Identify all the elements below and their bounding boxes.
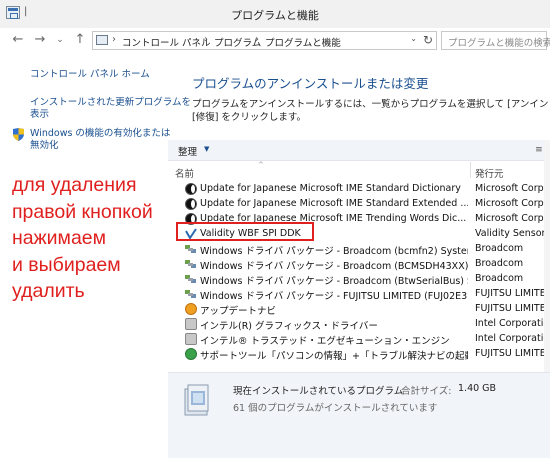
- program-name: Update for Japanese Microsoft IME Standa…: [200, 198, 468, 209]
- sidebar-link-control-panel-home[interactable]: コントロール パネル ホーム: [30, 69, 150, 81]
- program-publisher: Microsoft Corporation: [475, 198, 550, 209]
- address-dropdown-icon[interactable]: ⌄: [410, 34, 417, 43]
- address-bar[interactable]: › コントロール パネル › プログラム › プログラムと機能 ⌄ ↻: [92, 31, 437, 50]
- program-row[interactable]: Windows ドライバ パッケージ - FUJITSU LIMITED (FU…: [168, 287, 550, 302]
- program-name: Update for Japanese Microsoft IME Standa…: [200, 183, 461, 194]
- program-name: アップデートナビ: [200, 306, 277, 317]
- annotation-line: удалить: [12, 280, 85, 302]
- up-arrow-icon[interactable]: ↑: [72, 32, 88, 47]
- driver-package-icon: [185, 243, 197, 255]
- uac-shield-icon: [13, 128, 24, 141]
- program-publisher: FUJITSU LIMITED: [475, 348, 550, 359]
- program-row[interactable]: Windows ドライバ パッケージ - Broadcom (BCMSDH43X…: [168, 257, 550, 272]
- program-name: Windows ドライバ パッケージ - FUJITSU LIMITED (FU…: [200, 291, 468, 302]
- breadcrumb-separator: ›: [112, 34, 116, 45]
- column-header-name[interactable]: 名前: [175, 166, 194, 180]
- update-navi-icon: [185, 303, 197, 315]
- column-divider[interactable]: [470, 162, 471, 178]
- description-line: [修復] をクリックします。: [192, 112, 306, 123]
- program-publisher: Broadcom: [475, 258, 524, 269]
- forward-arrow-icon[interactable]: →: [32, 32, 48, 47]
- program-publisher: FUJITSU LIMITED: [475, 288, 550, 299]
- program-publisher: Microsoft Corporation: [475, 183, 550, 194]
- driver-package-icon: [185, 258, 197, 270]
- page-description: プログラムをアンインストールするには、一覧からプログラムを選択して [アンインス…: [192, 98, 548, 124]
- annotation-line: нажимаем: [12, 227, 107, 249]
- annotation-highlight-box: [176, 222, 314, 241]
- organize-dropdown-icon[interactable]: ▼: [204, 145, 209, 153]
- program-name: インテル® トラステッド・エグゼキューション・エンジン: [200, 336, 450, 347]
- program-row[interactable]: Update for Japanese Microsoft IME Standa…: [168, 182, 550, 197]
- program-publisher: Broadcom: [475, 273, 524, 284]
- total-size-label: 合計サイズ:: [401, 386, 452, 397]
- program-row[interactable]: サポートツール「パソコンの情報」+「トラブル解決ナビの起動」 FUJITSU LI…: [168, 347, 550, 362]
- title-bar: | プログラムと機能: [0, 0, 550, 29]
- search-placeholder: プログラムと機能の検索: [448, 38, 550, 49]
- sidebar-link-installed-updates-line2[interactable]: 表示: [30, 109, 49, 121]
- breadcrumb-separator: ›: [204, 34, 208, 45]
- annotation-line: и выбираем: [12, 253, 121, 276]
- search-input[interactable]: プログラムと機能の検索: [441, 31, 550, 50]
- breadcrumb-programs-and-features[interactable]: プログラムと機能: [265, 35, 341, 49]
- organize-button[interactable]: 整理: [178, 144, 197, 158]
- control-panel-icon: [96, 35, 108, 45]
- page-title: プログラムのアンインストールまたは変更: [192, 76, 429, 91]
- program-name: Windows ドライバ パッケージ - Broadcom (BCMSDH43X…: [200, 261, 468, 272]
- command-bar: 整理 ▼ ≡ ▾: [168, 140, 550, 161]
- breadcrumb-separator: ›: [255, 34, 259, 45]
- program-name: サポートツール「パソコンの情報」+「トラブル解決ナビの起動」: [200, 351, 468, 362]
- description-line: プログラムをアンインストールするには、一覧からプログラムを選択して [アンインス…: [192, 99, 548, 110]
- driver-package-icon: [185, 288, 197, 300]
- program-row[interactable]: インテル(R) グラフィックス・ドライバー Intel Corporation: [168, 317, 550, 332]
- program-publisher: Broadcom: [475, 243, 524, 254]
- installed-programs-count: 61 個のプログラムがインストールされています: [233, 403, 438, 414]
- annotation-text: для удаления правой кнопкой нажимаем и в…: [12, 172, 182, 305]
- info-icon: [185, 348, 197, 360]
- column-header-publisher[interactable]: 発行元: [475, 166, 504, 180]
- annotation-line: для удаления: [12, 174, 137, 196]
- annotation-line: правой кнопкой: [12, 200, 153, 223]
- details-pane: 現在インストールされているプログラム 合計サイズ: 1.40 GB 61 個のプ…: [168, 372, 550, 458]
- ime-icon: [185, 198, 197, 210]
- program-publisher: FUJITSU LIMITED: [475, 303, 550, 314]
- program-row[interactable]: アップデートナビ FUJITSU LIMITED: [168, 302, 550, 317]
- program-row[interactable]: Windows ドライバ パッケージ - Broadcom (bcmfn2) S…: [168, 242, 550, 257]
- program-publisher: Validity Sensors, Inc.: [475, 228, 550, 239]
- sidebar-link-windows-features-line2[interactable]: 無効化: [30, 140, 59, 152]
- refresh-icon[interactable]: ↻: [423, 33, 433, 47]
- intel-icon: [185, 333, 197, 345]
- program-publisher: Intel Corporation: [475, 333, 550, 344]
- program-row[interactable]: Update for Japanese Microsoft IME Standa…: [168, 197, 550, 212]
- navigation-bar: ← → ⌄ ↑ › コントロール パネル › プログラム › プログラムと機能 …: [0, 28, 550, 54]
- program-publisher: Microsoft Corporation: [475, 213, 550, 224]
- installed-programs-icon: [184, 384, 209, 416]
- intel-icon: [185, 318, 197, 330]
- back-arrow-icon[interactable]: ←: [10, 32, 26, 47]
- scrollbar[interactable]: [544, 140, 550, 372]
- sidebar-link-installed-updates[interactable]: インストールされた更新プログラムを: [30, 97, 191, 109]
- program-name: Windows ドライバ パッケージ - Broadcom (bcmfn2) S…: [200, 246, 468, 257]
- breadcrumb-control-panel[interactable]: コントロール パネル: [122, 35, 211, 49]
- window-title: プログラムと機能: [231, 9, 319, 22]
- driver-package-icon: [185, 273, 197, 285]
- program-name: Windows ドライバ パッケージ - Broadcom (BtwSerial…: [200, 276, 468, 287]
- total-size-value: 1.40 GB: [458, 383, 497, 394]
- installed-programs-title: 現在インストールされているプログラム: [233, 386, 404, 397]
- sort-caret-icon: ^: [258, 161, 264, 169]
- program-row[interactable]: Windows ドライバ パッケージ - Broadcom (BtwSerial…: [168, 272, 550, 287]
- ime-icon: [185, 183, 197, 195]
- program-name: インテル(R) グラフィックス・ドライバー: [200, 321, 378, 332]
- sidebar-link-windows-features[interactable]: Windows の機能の有効化または: [30, 128, 170, 140]
- program-publisher: Intel Corporation: [475, 318, 550, 329]
- program-row[interactable]: インテル® トラステッド・エグゼキューション・エンジン Intel Corpora…: [168, 332, 550, 347]
- recent-dropdown-icon[interactable]: ⌄: [52, 35, 68, 45]
- program-list: Update for Japanese Microsoft IME Standa…: [168, 182, 550, 362]
